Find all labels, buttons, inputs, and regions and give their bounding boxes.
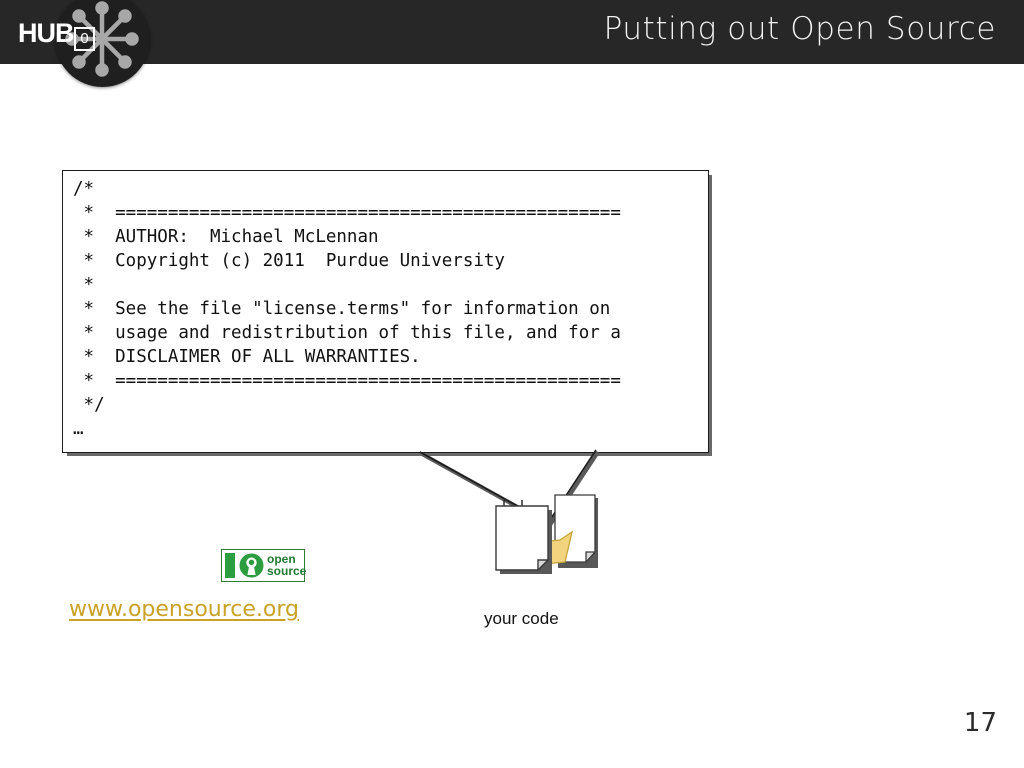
license-header-code: /* * ===================================…	[73, 179, 621, 439]
hub-zero-glyph: 0	[74, 27, 95, 51]
code-callout-box: /* * ===================================…	[62, 170, 709, 453]
oss-green-bar-icon	[225, 553, 235, 578]
oss-wordmark: open source	[267, 553, 307, 579]
hub-radial-nodes-icon	[65, 1, 139, 77]
oss-keyhole-icon	[239, 553, 264, 578]
open-source-initiative-logo: open source	[221, 549, 307, 582]
page-title: Putting out Open Source	[603, 11, 996, 47]
page-number: 17	[963, 708, 997, 738]
oss-word-source: source	[267, 564, 307, 578]
your-code-label: your code	[484, 609, 559, 628]
opensource-org-link[interactable]: www.opensource.org	[69, 597, 299, 622]
